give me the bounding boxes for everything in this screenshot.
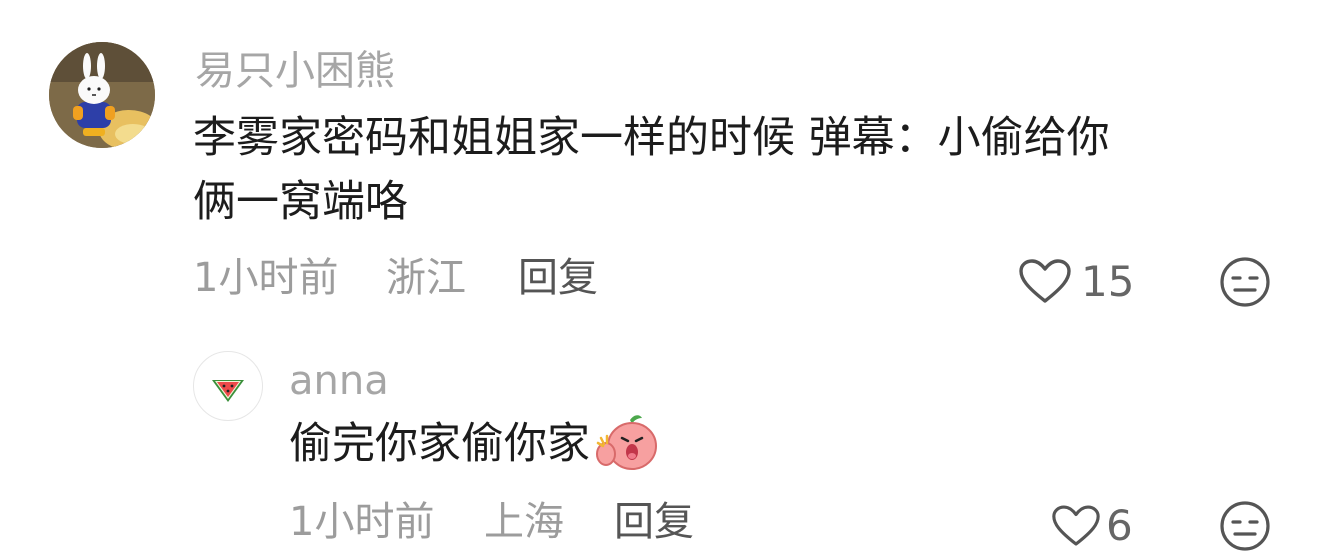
avatar[interactable] — [49, 42, 155, 148]
meh-face-icon — [1220, 257, 1270, 307]
comment-username[interactable]: 易只小困熊 — [195, 47, 395, 95]
reply-reply-button[interactable]: 回复 — [614, 498, 694, 546]
reply-text: 偷完你家偷你家 — [289, 419, 590, 469]
peach-pointing-emoji-icon — [594, 412, 658, 472]
dislike-button[interactable] — [1219, 256, 1271, 308]
reply-location: 上海 — [484, 499, 564, 545]
reply-text-line: 偷完你家偷你家 — [289, 412, 658, 476]
comment-location: 浙江 — [386, 255, 466, 301]
comment-time: 1小时前 — [193, 255, 339, 301]
reply-username[interactable]: anna — [289, 357, 389, 405]
heart-outline-icon — [1052, 505, 1100, 546]
like-button[interactable]: 15 — [1019, 258, 1134, 306]
like-count: 15 — [1081, 257, 1135, 306]
reply-avatar[interactable] — [193, 351, 263, 421]
reply-dislike-button[interactable] — [1219, 500, 1271, 552]
heart-outline-icon — [1019, 259, 1071, 303]
reply-button[interactable]: 回复 — [518, 254, 598, 302]
comment-text-line-1: 李雾家密码和姐姐家一样的时候 弹幕：小偷给你 — [193, 113, 1110, 163]
meh-face-icon — [1220, 501, 1270, 551]
watermelon-avatar-icon — [212, 380, 244, 402]
reply-like-count: 6 — [1106, 501, 1133, 550]
reply-time: 1小时前 — [289, 499, 435, 545]
comment-text-line-2: 俩一窝端咯 — [193, 177, 408, 227]
bunny-figure-avatar-icon — [49, 42, 155, 148]
reply-like-button[interactable]: 6 — [1052, 502, 1133, 550]
